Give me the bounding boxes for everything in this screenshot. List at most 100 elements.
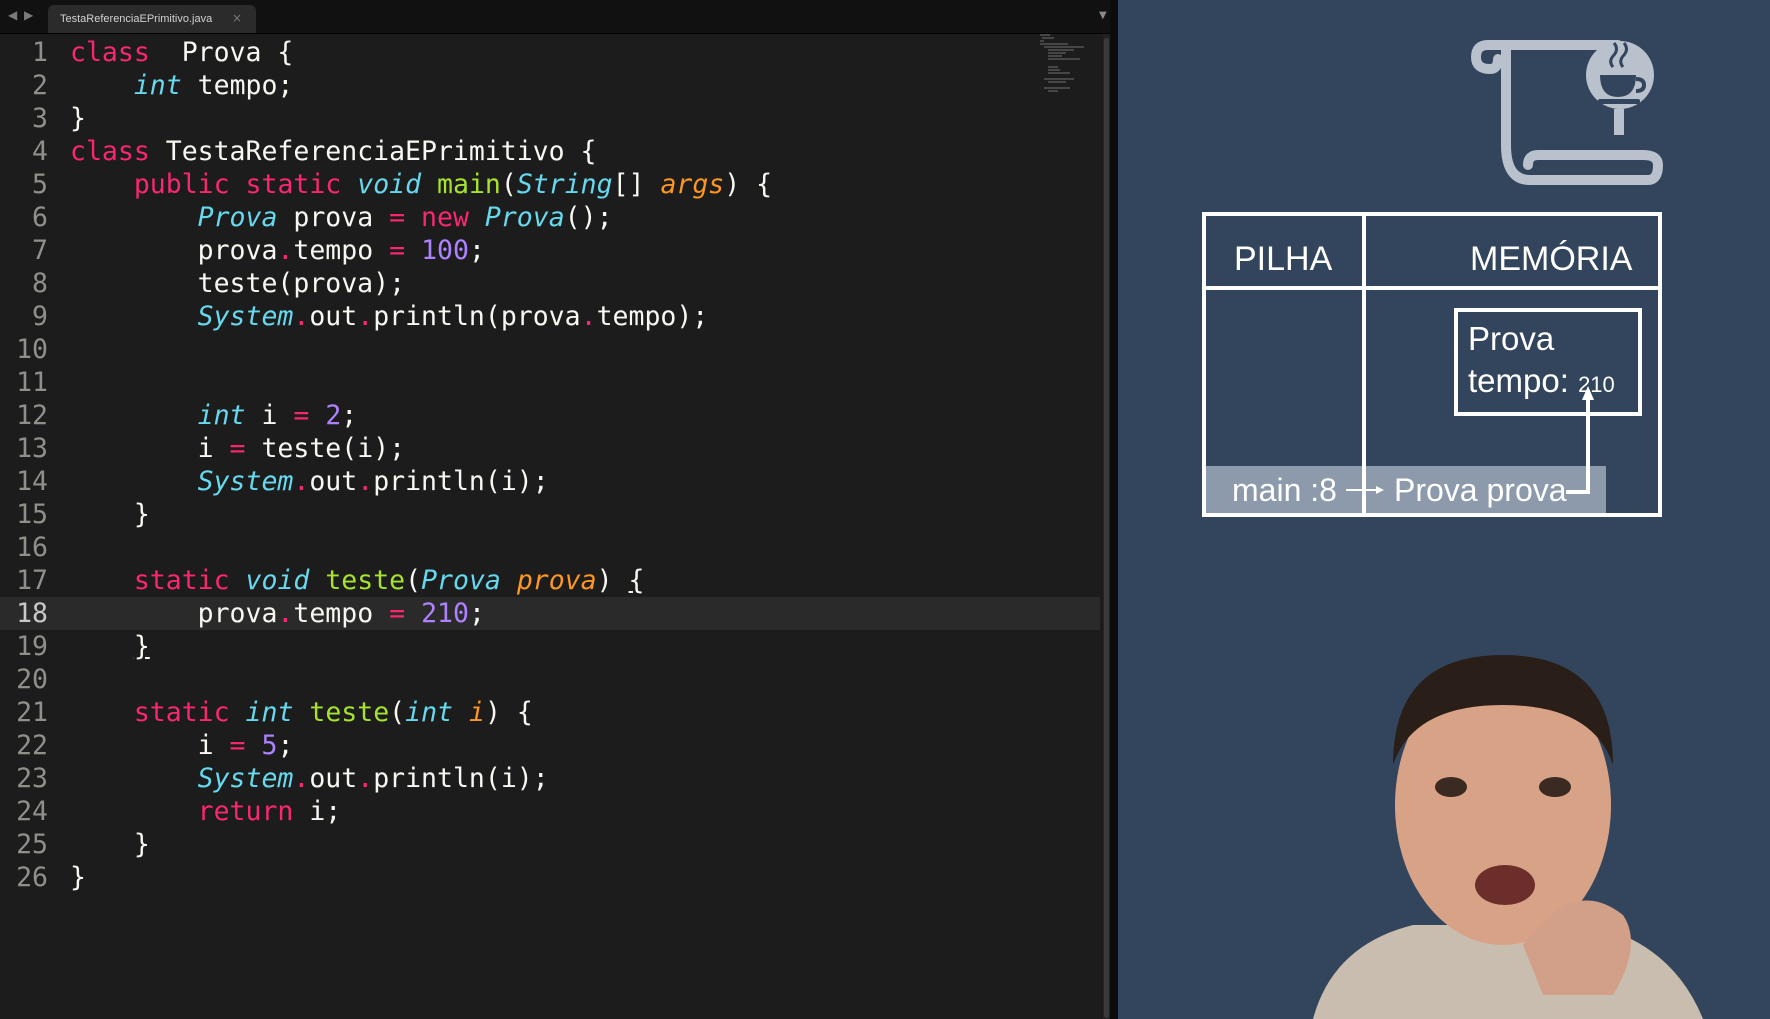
code-line[interactable]: 8 teste(prova); bbox=[0, 267, 1100, 300]
code-token: } bbox=[70, 499, 150, 530]
code-line[interactable]: 13 i = teste(i); bbox=[0, 432, 1100, 465]
code-token: i; bbox=[293, 796, 342, 827]
code-token: System bbox=[197, 301, 294, 332]
code-token: ) { bbox=[724, 169, 773, 200]
code-line[interactable]: 5 public static void main(String[] args)… bbox=[0, 168, 1100, 201]
line-number: 20 bbox=[16, 664, 48, 695]
code-token: tempo; bbox=[181, 70, 294, 101]
code-line[interactable]: 12 int i = 2; bbox=[0, 399, 1100, 432]
code-token: println(i); bbox=[373, 763, 549, 794]
code-token: (); bbox=[564, 202, 613, 233]
line-number: 15 bbox=[16, 499, 48, 530]
code-token: new bbox=[421, 202, 469, 233]
code-token: = bbox=[389, 202, 406, 233]
scroll-thumb[interactable] bbox=[1104, 38, 1109, 1018]
line-number: 24 bbox=[16, 796, 48, 827]
code-text: static int teste(int i) { bbox=[70, 696, 533, 729]
line-number: 8 bbox=[32, 268, 48, 299]
code-line[interactable]: 10 bbox=[0, 333, 1100, 366]
code-editor[interactable]: ◀ ▶ TestaReferenciaEPrimitivo.java × ▼ 1… bbox=[0, 0, 1110, 1019]
code-area[interactable]: 1 class Prova {2 int tempo; 3} 4 class Testa… bbox=[0, 36, 1100, 894]
code-text: teste(prova); bbox=[70, 267, 405, 300]
code-line[interactable]: 16 bbox=[0, 531, 1100, 564]
code-token: } bbox=[70, 829, 150, 860]
code-token: ; bbox=[468, 598, 485, 629]
code-token: ( bbox=[500, 169, 517, 200]
code-line[interactable]: 3} bbox=[0, 102, 1100, 135]
code-text: } bbox=[70, 828, 150, 861]
code-token: . bbox=[357, 763, 374, 794]
line-number: 5 bbox=[32, 169, 48, 200]
code-token: out bbox=[309, 301, 358, 332]
code-token: } bbox=[133, 631, 150, 662]
code-token: prova bbox=[516, 565, 597, 596]
code-line[interactable]: 14 System.out.println(i); bbox=[0, 465, 1100, 498]
line-number: 23 bbox=[16, 763, 48, 794]
tab-bar: ◀ ▶ TestaReferenciaEPrimitivo.java × ▼ bbox=[0, 0, 1110, 34]
code-token: teste bbox=[309, 697, 390, 728]
code-token: System bbox=[197, 763, 294, 794]
code-line[interactable]: 25 } bbox=[0, 828, 1100, 861]
code-token: int bbox=[133, 70, 182, 101]
tab-file[interactable]: TestaReferenciaEPrimitivo.java × bbox=[48, 5, 256, 33]
code-text: } bbox=[70, 498, 150, 531]
code-line[interactable]: 2 int tempo; bbox=[0, 69, 1100, 102]
code-line[interactable]: 4 class TestaReferenciaEPrimitivo { bbox=[0, 135, 1100, 168]
code-token: = bbox=[389, 235, 406, 266]
code-token: . bbox=[293, 466, 310, 497]
tab-back-icon[interactable]: ◀ bbox=[8, 8, 17, 22]
line-number: 7 bbox=[32, 235, 48, 266]
code-token: args bbox=[660, 169, 725, 200]
code-token: class bbox=[70, 136, 150, 167]
line-number: 11 bbox=[16, 367, 48, 398]
code-token: . bbox=[277, 235, 294, 266]
code-line[interactable]: 24 return i; bbox=[0, 795, 1100, 828]
code-line[interactable]: 22 i = 5; bbox=[0, 729, 1100, 762]
code-line[interactable]: 19 } bbox=[0, 630, 1100, 663]
code-token: prova bbox=[70, 235, 278, 266]
chevron-down-icon[interactable]: ▼ bbox=[1099, 10, 1107, 21]
code-text: public static void main(String[] args) { bbox=[70, 168, 772, 201]
code-line[interactable]: 18 prova.tempo = 210; bbox=[0, 597, 1100, 630]
code-token: tempo bbox=[293, 598, 390, 629]
code-token: static bbox=[133, 697, 230, 728]
code-line[interactable]: 17 static void teste(Prova prova) { bbox=[0, 564, 1100, 597]
line-number: 9 bbox=[32, 301, 48, 332]
memory-diagram: PILHA MEMÓRIA main :8 Prova prova Prova … bbox=[1202, 212, 1662, 517]
code-line[interactable]: 9 System.out.println(prova.tempo); bbox=[0, 300, 1100, 333]
scrollbar[interactable] bbox=[1103, 34, 1110, 1019]
tab-forward-icon[interactable]: ▶ bbox=[24, 8, 33, 22]
line-number: 16 bbox=[16, 532, 48, 563]
code-line[interactable]: 20 bbox=[0, 663, 1100, 696]
code-line[interactable]: 7 prova.tempo = 100; bbox=[0, 234, 1100, 267]
code-token: 2 bbox=[325, 400, 342, 431]
close-icon[interactable]: × bbox=[232, 11, 242, 25]
code-token: prova bbox=[277, 202, 390, 233]
code-line[interactable]: 1 class Prova { bbox=[0, 36, 1100, 69]
code-line[interactable]: 21 static int teste(int i) { bbox=[0, 696, 1100, 729]
code-text: } bbox=[70, 630, 150, 663]
code-line[interactable]: 11 bbox=[0, 366, 1100, 399]
code-line[interactable]: 23 System.out.println(i); bbox=[0, 762, 1100, 795]
video-panel: PILHA MEMÓRIA main :8 Prova prova Prova … bbox=[1118, 0, 1770, 1019]
code-token: prova bbox=[70, 598, 278, 629]
code-token: class bbox=[70, 37, 150, 68]
code-token: . bbox=[293, 763, 310, 794]
code-token: ( bbox=[405, 565, 422, 596]
code-line[interactable]: 6 Prova prova = new Prova(); bbox=[0, 201, 1100, 234]
code-line[interactable]: 26} bbox=[0, 861, 1100, 894]
code-text: } bbox=[70, 861, 86, 894]
line-number: 13 bbox=[16, 433, 48, 464]
code-text: Prova prova = new Prova(); bbox=[70, 201, 613, 234]
code-line[interactable]: 15 } bbox=[0, 498, 1100, 531]
